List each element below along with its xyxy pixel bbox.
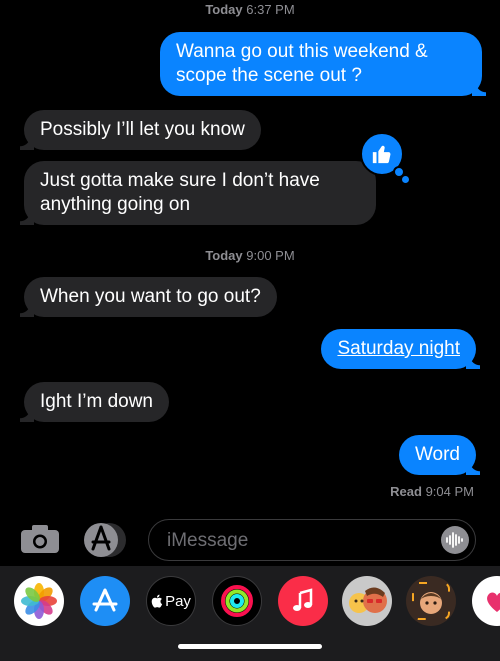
outgoing-message-bubble[interactable]: Wanna go out this weekend & scope the sc… [160, 32, 486, 96]
apple-pay-label: Pay [165, 592, 191, 610]
timestamp-day: Today [205, 248, 243, 263]
message-text: When you want to go out? [40, 286, 261, 307]
app-digital-touch[interactable] [472, 576, 500, 626]
incoming-message-bubble[interactable]: Possibly I’ll let you know [20, 110, 261, 150]
apple-pay-icon [151, 594, 163, 608]
app-store-icon [84, 523, 126, 557]
thumbs-up-icon [372, 145, 391, 164]
app-store-icon [92, 588, 118, 612]
memoji-stickers-icon [349, 587, 387, 613]
timestamp-time: 9:00 PM [246, 248, 295, 263]
message-link-text[interactable]: Saturday night [337, 338, 460, 359]
message-text-line: anything going on [40, 194, 191, 215]
read-receipt-label: Read [390, 484, 422, 499]
home-indicator [178, 644, 322, 649]
audio-waveform-icon [446, 532, 463, 548]
app-drawer: Pay [0, 566, 500, 661]
app-photos[interactable] [14, 576, 64, 626]
incoming-message-bubble[interactable]: When you want to go out? [20, 277, 277, 317]
app-music[interactable] [278, 576, 328, 626]
read-receipt: Read 9:04 PM [390, 484, 474, 499]
message-text: Ight I’m down [40, 391, 153, 412]
incoming-message-bubble[interactable]: Just gotta make sure I don’t have anythi… [20, 161, 376, 225]
timestamp-day: Today [205, 2, 243, 17]
message-input[interactable]: iMessage [148, 519, 476, 561]
message-text-line: Wanna go out this weekend & [176, 41, 428, 62]
timestamp-header: Today 9:00 PM [0, 248, 500, 263]
photos-icon [21, 583, 57, 619]
app-apple-pay[interactable]: Pay [146, 576, 196, 626]
incoming-message-bubble[interactable]: Ight I’m down [20, 382, 169, 422]
message-text-line: scope the scene out ? [176, 65, 362, 86]
audio-message-button[interactable] [441, 526, 469, 554]
timestamp-header: Today 6:37 PM [0, 2, 500, 17]
message-text: Possibly I’ll let you know [40, 119, 245, 140]
digital-touch-icon [487, 592, 500, 612]
app-activity[interactable] [212, 576, 262, 626]
app-memoji[interactable] [406, 576, 456, 626]
camera-button[interactable] [20, 524, 60, 554]
message-text-line: Just gotta make sure I don’t have [40, 170, 320, 191]
tapback-tail-dot [402, 176, 409, 183]
activity-rings-icon [221, 585, 253, 617]
apps-button[interactable] [82, 521, 128, 559]
message-text: Word [414, 444, 460, 465]
timestamp-time: 6:37 PM [246, 2, 295, 17]
camera-icon [21, 525, 59, 553]
music-note-icon [293, 588, 313, 611]
message-input-placeholder: iMessage [167, 530, 249, 551]
app-memoji-stickers[interactable] [342, 576, 392, 626]
outgoing-message-bubble[interactable]: Word [398, 435, 481, 475]
memoji-icon [412, 582, 450, 620]
outgoing-message-bubble[interactable]: Saturday night [321, 329, 480, 369]
read-receipt-time: 9:04 PM [425, 484, 474, 499]
app-store[interactable] [80, 576, 130, 626]
